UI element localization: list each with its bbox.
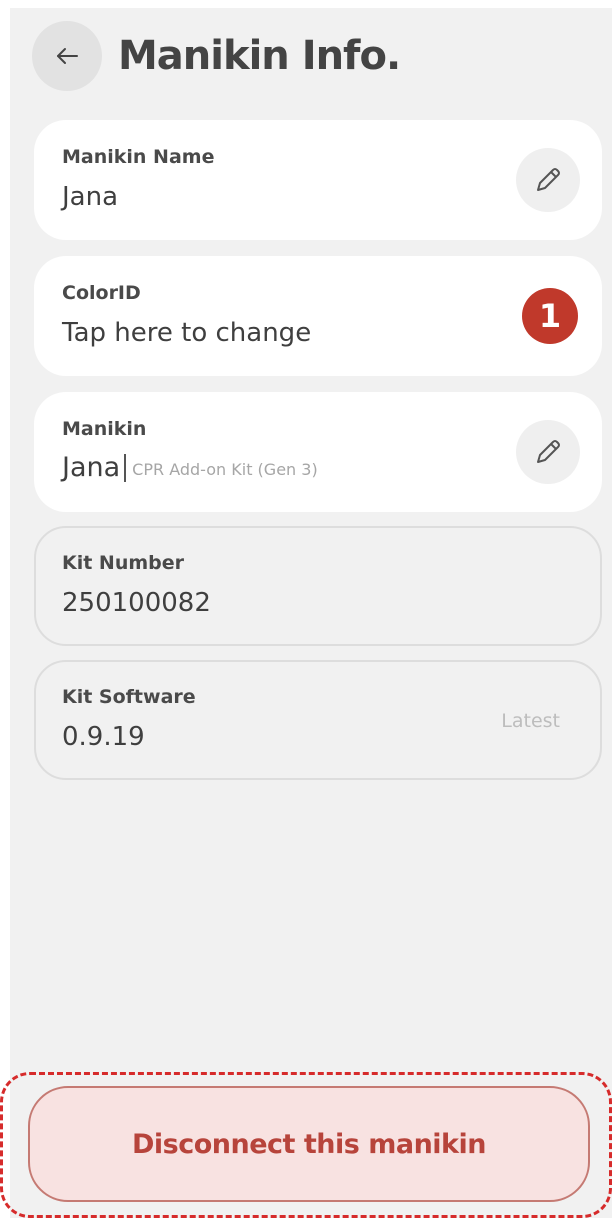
value-divider: [124, 453, 127, 482]
manikin-value: Jana: [62, 452, 121, 483]
kit-software-card: Kit Software 0.9.19 Latest: [34, 660, 602, 780]
manikin-card: Manikin Jana CPR Add-on Kit (Gen 3): [34, 392, 602, 512]
manikin-name-value: Jana: [62, 182, 119, 212]
manikin-label: Manikin: [62, 418, 147, 440]
header: Manikin Info.: [32, 18, 401, 94]
color-id-badge: 1: [522, 288, 578, 344]
color-id-label: ColorID: [62, 282, 141, 304]
disconnect-button[interactable]: Disconnect this manikin: [28, 1086, 590, 1202]
kit-number-card: Kit Number 250100082: [34, 526, 602, 646]
page-title: Manikin Info.: [118, 33, 401, 79]
manikin-kit-type: CPR Add-on Kit (Gen 3): [132, 460, 318, 479]
manikin-name-card: Manikin Name Jana: [34, 120, 602, 240]
pencil-icon: [532, 164, 564, 196]
arrow-left-icon: [56, 47, 78, 65]
back-button[interactable]: [32, 21, 102, 91]
edit-manikin-button[interactable]: [516, 420, 580, 484]
kit-software-value: 0.9.19: [62, 722, 145, 752]
edit-manikin-name-button[interactable]: [516, 148, 580, 212]
manikin-value-row: Jana CPR Add-on Kit (Gen 3): [62, 452, 318, 483]
software-status: Latest: [501, 710, 560, 732]
color-id-value: Tap here to change: [62, 318, 312, 348]
disconnect-label: Disconnect this manikin: [132, 1128, 486, 1160]
kit-number-value: 250100082: [62, 588, 211, 618]
manikin-name-label: Manikin Name: [62, 146, 215, 168]
color-id-card[interactable]: ColorID Tap here to change 1: [34, 256, 602, 376]
pencil-icon: [532, 436, 564, 468]
kit-number-label: Kit Number: [62, 552, 185, 574]
manikin-info-screen: Manikin Info. Manikin Name Jana ColorID …: [10, 8, 612, 1218]
kit-software-label: Kit Software: [62, 686, 196, 708]
